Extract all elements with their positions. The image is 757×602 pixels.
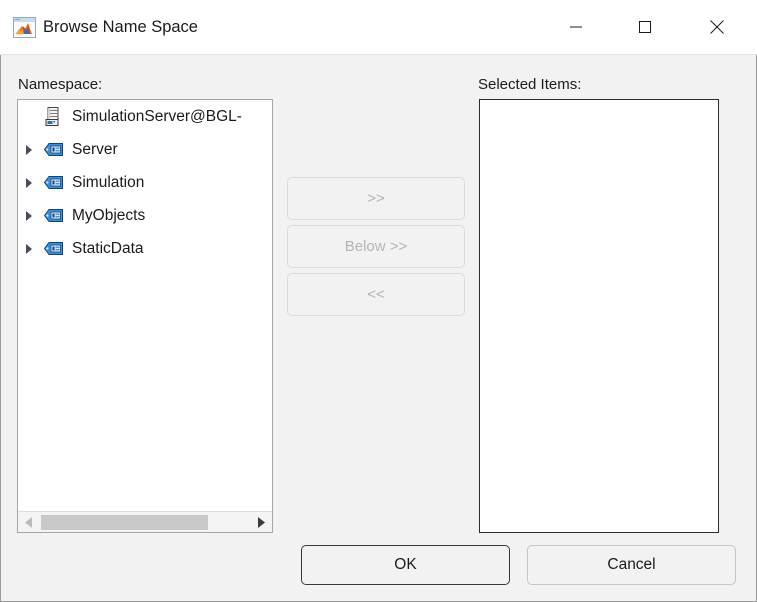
matlab-membrane-icon — [13, 17, 36, 38]
scrollbar-thumb[interactable] — [41, 515, 208, 530]
title-bar: Browse Name Space — [0, 0, 757, 55]
tree-item-label: MyObjects — [72, 207, 146, 224]
maximize-button[interactable] — [622, 0, 668, 54]
browse-name-space-dialog: Browse Name Space Namespace: Selected It… — [0, 0, 757, 602]
tree-row[interactable]: Server — [18, 133, 272, 166]
close-button[interactable] — [694, 0, 740, 54]
tree-row[interactable]: Simulation — [18, 166, 272, 199]
tree-row[interactable]: StaticData — [18, 232, 272, 265]
add-below-button[interactable]: Below >> — [287, 225, 465, 268]
ok-button[interactable]: OK — [301, 545, 510, 585]
scroll-right-arrow-icon[interactable] — [251, 512, 272, 532]
window-title: Browse Name Space — [43, 18, 198, 36]
scroll-left-arrow-icon[interactable] — [18, 512, 39, 532]
tree-row[interactable]: SimulationServer@BGL- — [18, 100, 272, 133]
namespace-tree-list[interactable]: SimulationServer@BGL- Server Simulation … — [18, 100, 272, 510]
namespace-label: Namespace: — [18, 76, 103, 93]
add-button[interactable]: >> — [287, 177, 465, 220]
expander-icon[interactable] — [18, 210, 40, 221]
tree-item-label: SimulationServer@BGL- — [72, 108, 242, 125]
tree-item-label: Server — [72, 141, 118, 158]
namespace-tag-icon — [42, 176, 64, 189]
expander-icon[interactable] — [18, 243, 40, 254]
namespace-tag-icon — [42, 242, 64, 255]
tree-item-label: Simulation — [72, 174, 145, 191]
remove-button[interactable]: << — [287, 273, 465, 316]
selected-items-label: Selected Items: — [478, 76, 582, 93]
server-stack-icon — [42, 107, 64, 126]
namespace-tag-icon — [42, 143, 64, 156]
expander-icon[interactable] — [18, 177, 40, 188]
cancel-button[interactable]: Cancel — [527, 545, 736, 585]
minimize-button[interactable] — [553, 0, 599, 54]
tree-item-label: StaticData — [72, 240, 144, 257]
namespace-tag-icon — [42, 209, 64, 222]
selected-items-panel[interactable] — [479, 99, 719, 533]
horizontal-scrollbar[interactable] — [18, 511, 272, 532]
expander-icon[interactable] — [18, 144, 40, 155]
namespace-tree-panel[interactable]: SimulationServer@BGL- Server Simulation … — [17, 99, 273, 533]
tree-row[interactable]: MyObjects — [18, 199, 272, 232]
